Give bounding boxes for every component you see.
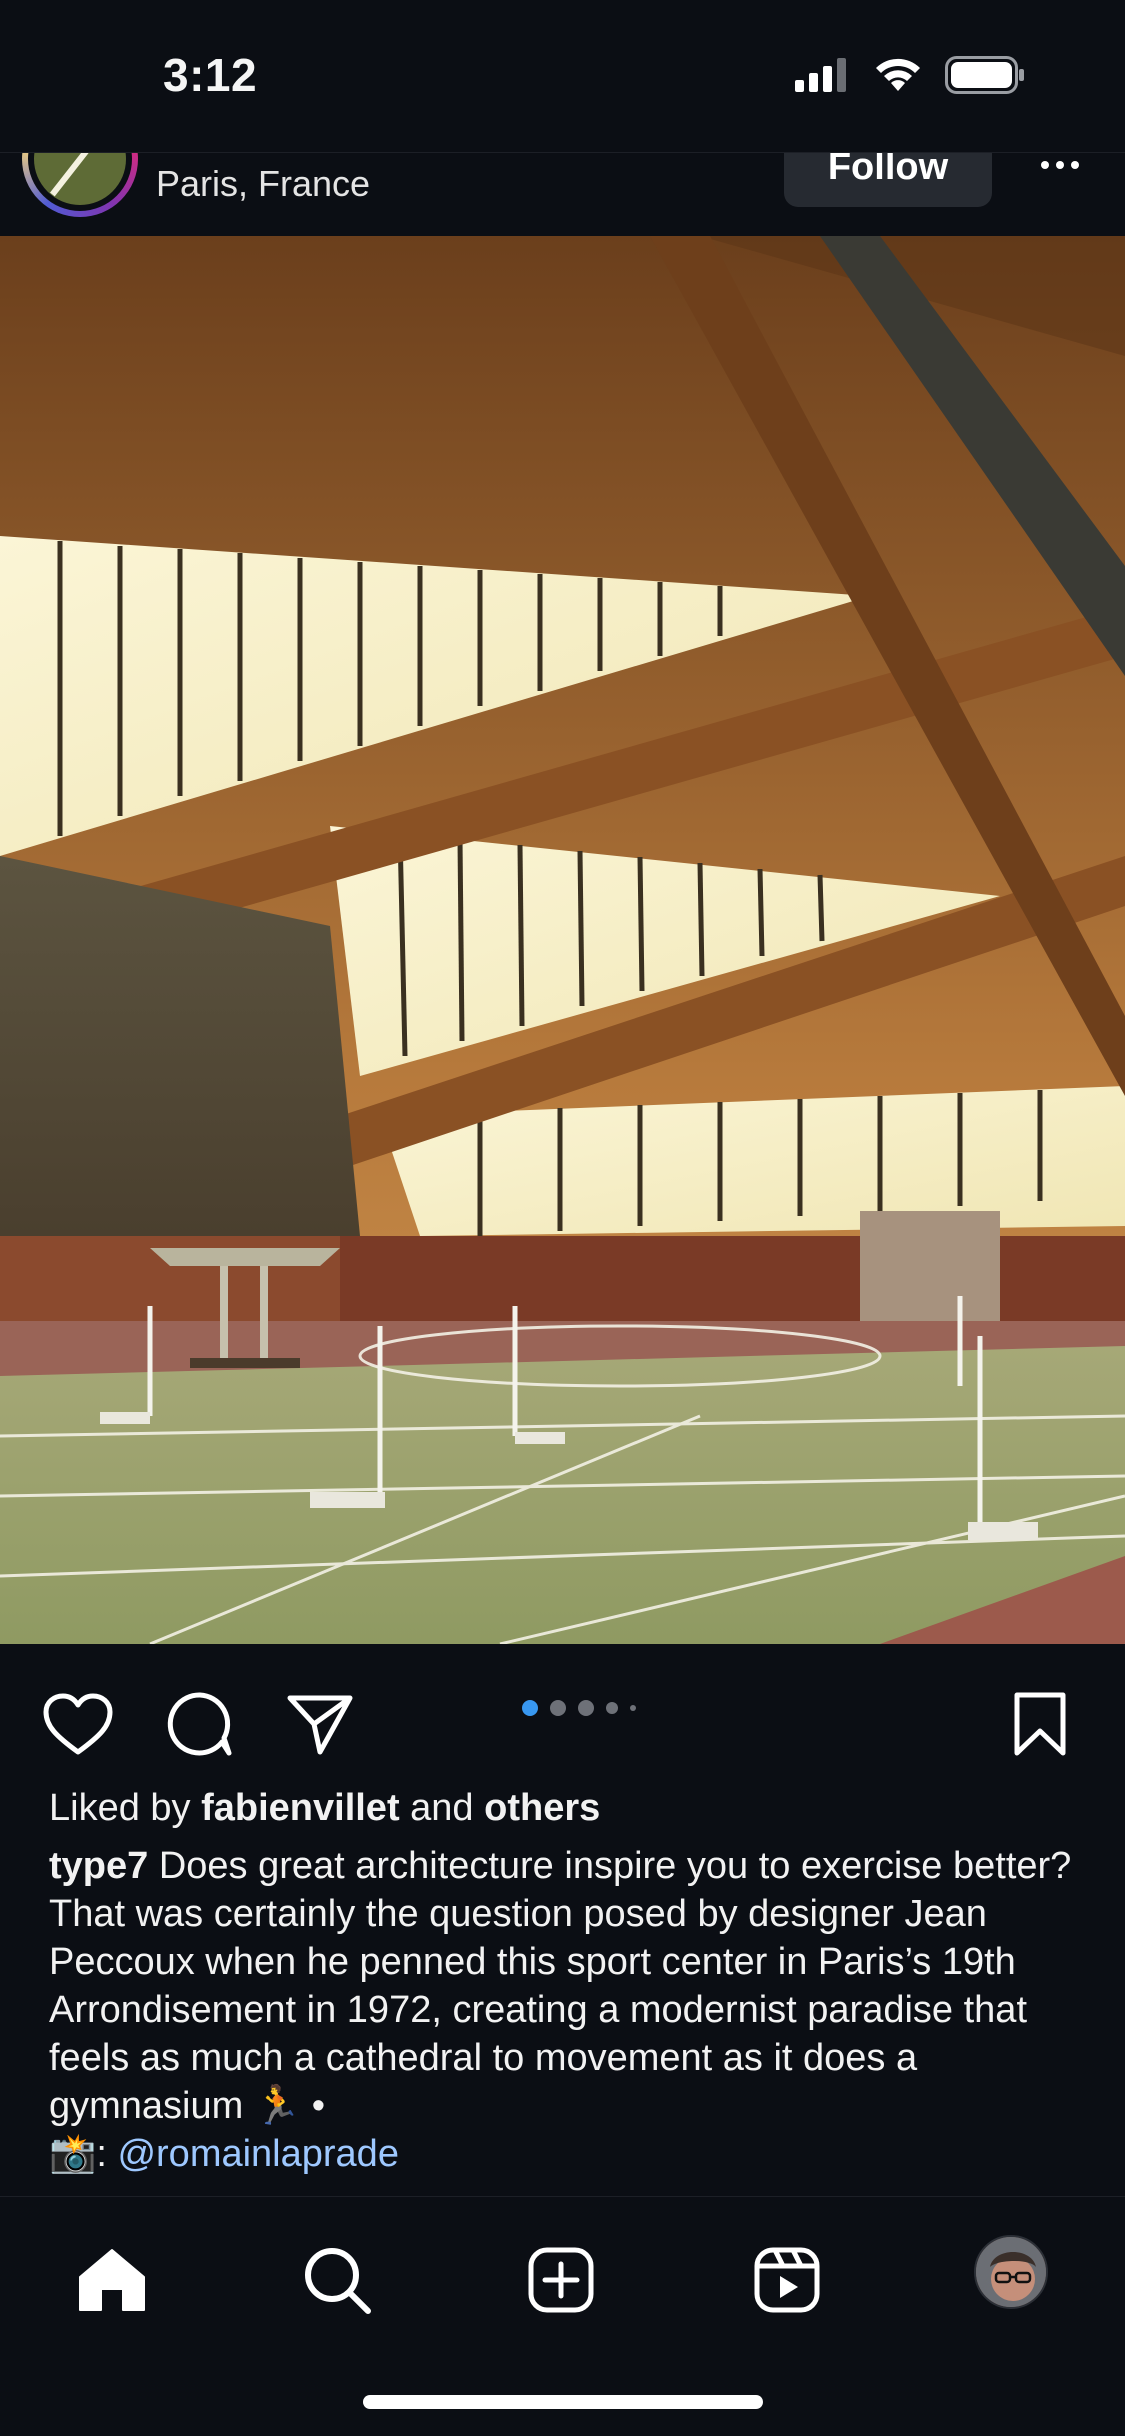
profile-avatar[interactable] bbox=[974, 2235, 1048, 2309]
post-author-avatar[interactable] bbox=[22, 153, 138, 217]
bottom-tab-bar bbox=[0, 2196, 1125, 2436]
carousel-dot bbox=[630, 1705, 636, 1711]
post-location[interactable]: Paris, France bbox=[156, 163, 370, 205]
comment-icon[interactable] bbox=[160, 1684, 240, 1764]
search-icon[interactable] bbox=[292, 2235, 382, 2325]
create-post-icon[interactable] bbox=[516, 2235, 606, 2325]
heart-icon[interactable] bbox=[38, 1684, 118, 1764]
more-horizontal-icon[interactable] bbox=[1030, 153, 1090, 185]
post-image[interactable] bbox=[0, 236, 1125, 1644]
sports-hall-photo bbox=[0, 236, 1125, 1644]
carousel-dot bbox=[606, 1702, 618, 1714]
caption-username[interactable]: type7 bbox=[49, 1845, 148, 1887]
home-indicator bbox=[363, 2395, 763, 2409]
post-caption-block: Liked by fabienvillet and others type7 D… bbox=[49, 1784, 1089, 2178]
camera-flash-emoji: 📸 bbox=[49, 2133, 97, 2175]
status-icons bbox=[795, 56, 1025, 94]
share-icon[interactable] bbox=[280, 1684, 360, 1764]
likes-line[interactable]: Liked by fabienvillet and others bbox=[49, 1784, 1089, 1832]
status-time: 3:12 bbox=[163, 49, 258, 101]
profile-photo bbox=[976, 2237, 1046, 2307]
battery-icon bbox=[945, 56, 1024, 94]
caption-body: Does great architecture inspire you to e… bbox=[49, 1845, 1072, 2127]
caption-text: type7 Does great architecture inspire yo… bbox=[49, 1845, 1072, 2175]
wifi-icon bbox=[876, 58, 920, 91]
bookmark-icon[interactable] bbox=[1000, 1684, 1080, 1764]
carousel-dot-active bbox=[522, 1700, 538, 1716]
status-bar: 3:12 bbox=[0, 0, 1125, 152]
home-icon[interactable] bbox=[67, 2235, 157, 2325]
photographer-mention-link[interactable]: @romainlaprade bbox=[117, 2133, 399, 2175]
carousel-dot bbox=[578, 1700, 594, 1716]
carousel-dot bbox=[550, 1700, 566, 1716]
carousel-indicator bbox=[522, 1700, 636, 1716]
follow-button[interactable]: Follow bbox=[784, 153, 992, 207]
reels-icon[interactable] bbox=[742, 2235, 832, 2325]
post-header: Paris, France Follow bbox=[0, 152, 1125, 236]
cellular-signal-icon bbox=[795, 58, 846, 92]
avatar-image bbox=[34, 153, 126, 205]
liked-by-user[interactable]: fabienvillet bbox=[201, 1787, 400, 1829]
liked-by-others[interactable]: others bbox=[484, 1787, 600, 1829]
